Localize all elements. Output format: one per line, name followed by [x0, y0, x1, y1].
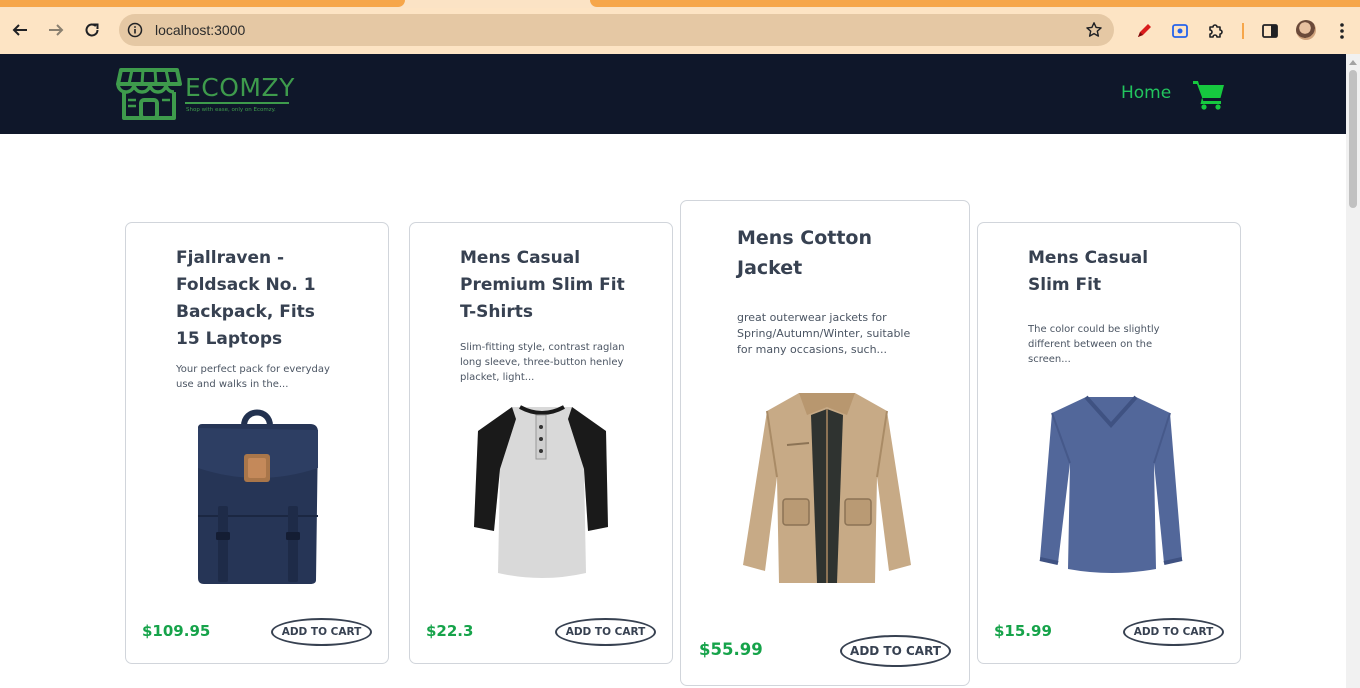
profile-avatar[interactable]	[1296, 20, 1316, 40]
product-title: Mens Casual Slim Fit	[1028, 248, 1149, 295]
page-scrollbar[interactable]	[1346, 54, 1360, 688]
puzzle-extensions-icon[interactable]	[1206, 21, 1226, 41]
info-icon[interactable]	[127, 22, 143, 38]
shopping-cart-icon[interactable]	[1192, 78, 1226, 110]
reload-button[interactable]	[80, 18, 104, 42]
back-button[interactable]	[8, 18, 32, 42]
logo-name: ECOMZY	[185, 73, 295, 102]
browser-tab-strip	[0, 0, 1360, 8]
product-price: $109.95	[142, 622, 211, 640]
more-vertical-icon[interactable]	[1332, 21, 1352, 41]
url-text[interactable]: localhost:3000	[155, 21, 245, 39]
product-card[interactable]: Fjallraven - Foldsack No. 1 Backpack, Fi…	[125, 222, 389, 664]
browser-toolbar: localhost:3000	[0, 8, 1360, 54]
storefront-logo-icon	[116, 68, 182, 120]
browser-tab[interactable]	[590, 0, 1360, 7]
site-logo[interactable]: ECOMZY Shop with ease, only on Ecomzy.	[116, 66, 296, 122]
product-image-henley-shirt	[474, 405, 608, 578]
product-title: Mens Casual Premium Slim Fit T-Shirts	[460, 248, 625, 322]
address-bar[interactable]: localhost:3000	[119, 14, 1114, 46]
side-panel-icon[interactable]	[1260, 21, 1280, 41]
logo-underline	[185, 102, 289, 104]
product-description: great outerwear jackets for Spring/Autum…	[737, 311, 911, 356]
site-header: ECOMZY Shop with ease, only on Ecomzy. H…	[0, 54, 1346, 134]
forward-arrow-icon	[49, 24, 64, 36]
nav-home-link[interactable]: Home	[1121, 82, 1171, 104]
product-image-vneck-shirt	[1039, 395, 1183, 573]
scroll-up-arrow-icon[interactable]	[1349, 60, 1357, 65]
product-card[interactable]: Mens Cotton Jacket great outerwear jacke…	[680, 200, 970, 686]
star-icon[interactable]	[1085, 21, 1103, 39]
scrollbar-thumb[interactable]	[1349, 70, 1357, 208]
product-price: $55.99	[699, 640, 763, 659]
product-description: Slim-fitting style, contrast raglan long…	[460, 342, 625, 383]
add-to-cart-button[interactable]: ADD TO CART	[840, 635, 951, 667]
product-image-backpack	[198, 409, 318, 584]
product-title: Mens Cotton Jacket	[737, 227, 872, 279]
browser-tab[interactable]	[0, 0, 405, 7]
product-description: Your perfect pack for everyday use and w…	[176, 364, 330, 390]
toolbar-divider	[1242, 23, 1244, 39]
add-to-cart-button[interactable]: ADD TO CART	[271, 618, 372, 646]
product-card[interactable]: Mens Casual Slim Fit The color could be …	[977, 222, 1241, 664]
logo-tagline: Shop with ease, only on Ecomzy.	[186, 107, 276, 113]
product-price: $22.3	[426, 622, 474, 640]
add-to-cart-button[interactable]: ADD TO CART	[1123, 618, 1224, 646]
product-price: $15.99	[994, 622, 1052, 640]
back-arrow-icon	[12, 24, 27, 36]
pen-extension-icon[interactable]	[1134, 21, 1154, 41]
product-card[interactable]: Mens Casual Premium Slim Fit T-Shirts Sl…	[409, 222, 673, 664]
screen-capture-extension-icon[interactable]	[1170, 21, 1190, 41]
reload-icon	[85, 23, 99, 37]
product-description: The color could be slightly different be…	[1028, 324, 1160, 365]
product-image-cotton-jacket	[743, 393, 911, 583]
product-title: Fjallraven - Foldsack No. 1 Backpack, Fi…	[176, 248, 316, 349]
forward-button[interactable]	[44, 18, 68, 42]
add-to-cart-button[interactable]: ADD TO CART	[555, 618, 656, 646]
